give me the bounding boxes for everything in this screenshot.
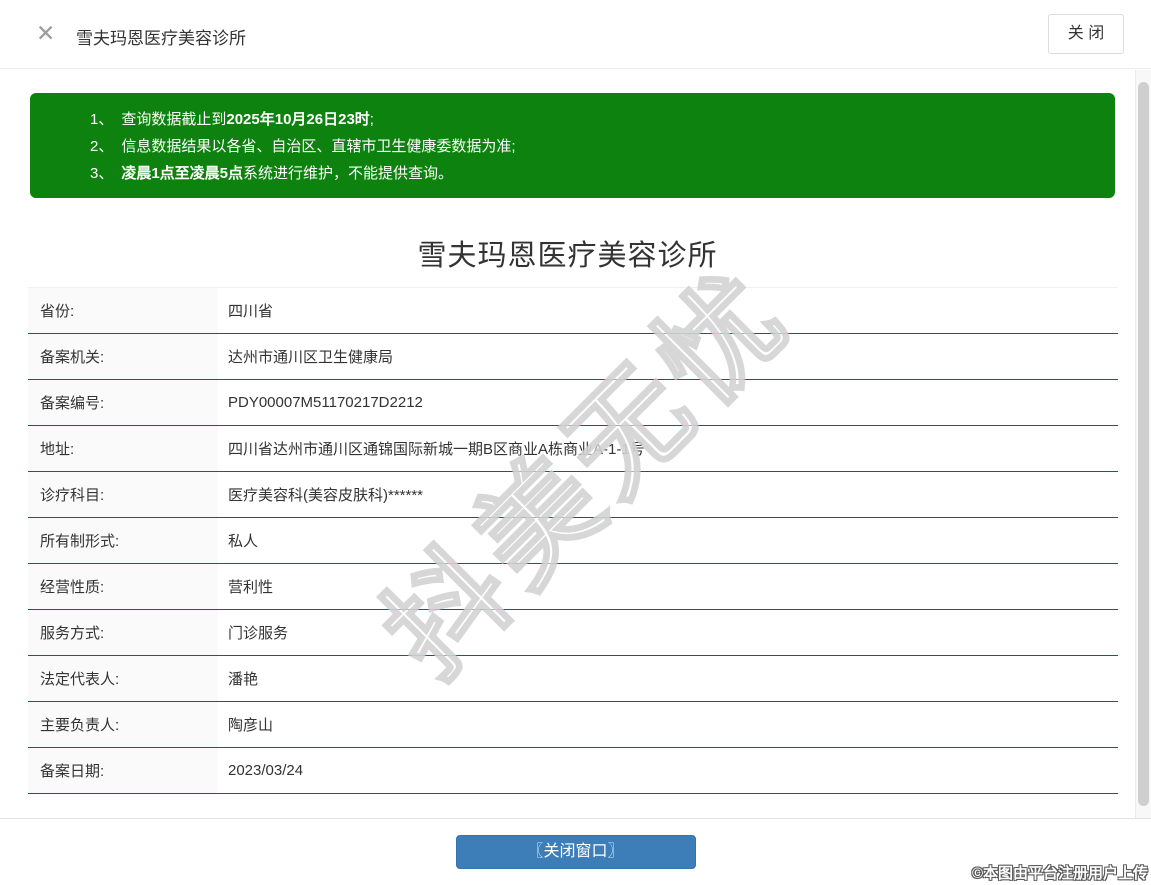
notice-item-text: 信息数据结果以各省、自治区、直辖市卫生健康委数据为准; bbox=[121, 138, 516, 155]
notice-item-text: 系统进行维护，不能提供查询。 bbox=[243, 165, 454, 182]
notice-item-number: 3、 bbox=[90, 165, 114, 182]
table-row: 诊疗科目: 医疗美容科(美容皮肤科)****** bbox=[28, 472, 1118, 518]
close-window-button[interactable]: 〖关闭窗口〗 bbox=[455, 835, 696, 869]
notice-item-1: 1、 查询数据截止到2025年10月26日23时; bbox=[90, 106, 1115, 133]
dialog-header: ✕ 雪夫玛恩医疗美容诊所 关 闭 bbox=[0, 0, 1151, 69]
field-value: 潘艳 bbox=[228, 671, 259, 688]
field-value: 门诊服务 bbox=[228, 625, 289, 642]
table-row: 备案日期: 2023/03/24 bbox=[28, 748, 1118, 794]
notice-item-text: 查询数据截止到 bbox=[121, 111, 227, 128]
field-label: 所有制形式: bbox=[28, 518, 218, 563]
footer-divider bbox=[0, 818, 1151, 819]
field-label: 法定代表人: bbox=[28, 656, 218, 701]
notice-item-bold: 凌晨1点至凌晨5点 bbox=[121, 165, 244, 182]
table-row: 备案编号: PDY00007M51170217D2212 bbox=[28, 380, 1118, 426]
notice-item-number: 2、 bbox=[90, 138, 114, 155]
info-table: 省份: 四川省 备案机关: 达州市通川区卫生健康局 备案编号: PDY00007… bbox=[28, 287, 1118, 794]
table-row: 所有制形式: 私人 bbox=[28, 518, 1118, 564]
table-row: 备案机关: 达州市通川区卫生健康局 bbox=[28, 334, 1118, 380]
field-label: 诊疗科目: bbox=[28, 472, 218, 517]
field-label: 经营性质: bbox=[28, 564, 218, 609]
notice-item-bold: 2025年10月26日23时 bbox=[226, 111, 370, 128]
field-value: 医疗美容科(美容皮肤科)****** bbox=[228, 487, 424, 504]
table-row: 法定代表人: 潘艳 bbox=[28, 656, 1118, 702]
clinic-name-title: 雪夫玛恩医疗美容诊所 bbox=[417, 240, 718, 272]
field-value: 四川省达州市通川区通锦国际新城一期B区商业A栋商业A-1-1号 bbox=[228, 441, 645, 458]
field-label: 备案编号: bbox=[28, 380, 218, 425]
field-label: 服务方式: bbox=[28, 610, 218, 655]
scrollbar[interactable] bbox=[1135, 70, 1151, 818]
field-label: 备案日期: bbox=[28, 748, 218, 793]
field-value: 营利性 bbox=[228, 579, 274, 596]
field-label: 主要负责人: bbox=[28, 702, 218, 747]
dialog-title: 雪夫玛恩医疗美容诊所 bbox=[76, 29, 246, 48]
notice-item-2: 2、 信息数据结果以各省、自治区、直辖市卫生健康委数据为准; bbox=[90, 133, 1115, 160]
field-label: 省份: bbox=[28, 288, 218, 333]
table-row: 经营性质: 营利性 bbox=[28, 564, 1118, 610]
notice-item-number: 1、 bbox=[90, 111, 114, 128]
close-icon[interactable]: ✕ bbox=[36, 22, 55, 45]
scrollbar-thumb[interactable] bbox=[1138, 82, 1149, 806]
field-value: PDY00007M51170217D2212 bbox=[228, 394, 423, 411]
copyright-watermark: ©本图由平台注册用户上传 bbox=[971, 865, 1148, 883]
field-value: 陶彦山 bbox=[228, 717, 274, 734]
field-value: 私人 bbox=[228, 533, 259, 550]
table-row: 主要负责人: 陶彦山 bbox=[28, 702, 1118, 748]
field-value: 达州市通川区卫生健康局 bbox=[228, 349, 394, 366]
notice-item-3: 3、 凌晨1点至凌晨5点系统进行维护，不能提供查询。 bbox=[90, 160, 1115, 187]
notice-item-text: ; bbox=[369, 111, 374, 128]
field-label: 地址: bbox=[28, 426, 218, 471]
close-button[interactable]: 关 闭 bbox=[1048, 14, 1124, 54]
field-label: 备案机关: bbox=[28, 334, 218, 379]
table-row: 服务方式: 门诊服务 bbox=[28, 610, 1118, 656]
field-value: 2023/03/24 bbox=[228, 762, 304, 779]
field-value: 四川省 bbox=[228, 303, 274, 320]
table-row: 省份: 四川省 bbox=[28, 288, 1118, 334]
notice-banner: 1、 查询数据截止到2025年10月26日23时; 2、 信息数据结果以各省、自治区… bbox=[30, 93, 1115, 198]
dialog: ✕ 雪夫玛恩医疗美容诊所 关 闭 1、 查询数据截止到2025年10月26日23时… bbox=[0, 0, 1151, 885]
table-row: 地址: 四川省达州市通川区通锦国际新城一期B区商业A栋商业A-1-1号 bbox=[28, 426, 1118, 472]
